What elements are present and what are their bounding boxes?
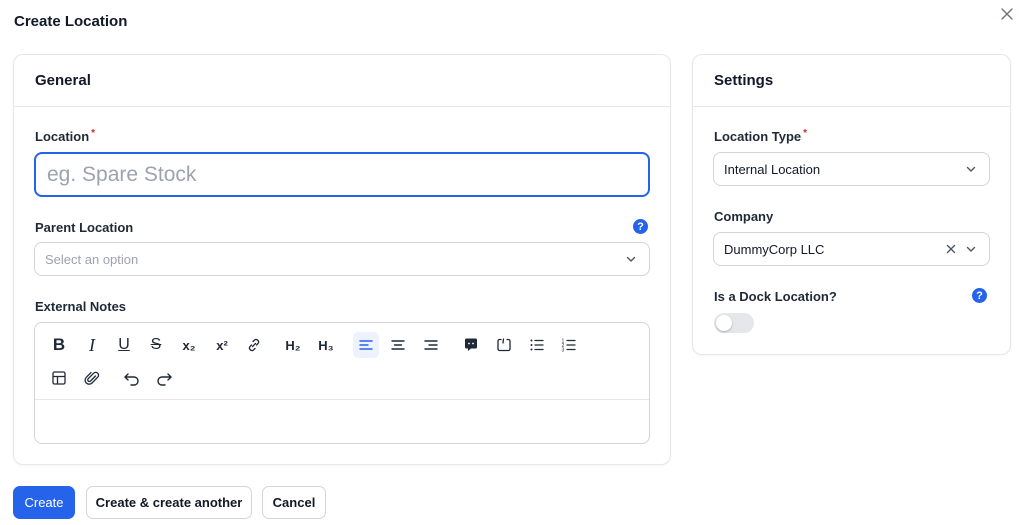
blockquote-button[interactable]	[458, 332, 484, 358]
align-center-button[interactable]	[385, 332, 411, 358]
parent-location-placeholder: Select an option	[45, 251, 139, 267]
location-type-select[interactable]: Internal Location	[713, 152, 990, 186]
bold-button[interactable]: B	[46, 332, 72, 358]
ordered-list-button[interactable]: 123	[556, 332, 582, 358]
company-label: Company	[714, 209, 774, 224]
redo-icon	[155, 370, 173, 386]
link-icon	[246, 337, 262, 353]
location-type-label: Location Type *	[714, 128, 808, 145]
external-notes-label: External Notes	[35, 299, 127, 314]
location-type-value: Internal Location	[724, 161, 821, 177]
subscript-button[interactable]: x₂	[176, 332, 202, 358]
chevron-down-icon	[623, 251, 639, 267]
table-icon	[51, 370, 67, 386]
align-right-icon	[424, 338, 438, 352]
chevron-down-icon	[963, 161, 979, 177]
create-button[interactable]: Create	[13, 486, 75, 519]
align-left-icon	[359, 338, 373, 352]
dock-location-toggle[interactable]	[714, 313, 754, 333]
cancel-button[interactable]: Cancel	[262, 486, 326, 519]
clear-icon[interactable]	[943, 241, 959, 257]
attach-button[interactable]	[79, 365, 105, 391]
table-button[interactable]	[46, 365, 72, 391]
align-left-button[interactable]	[353, 332, 379, 358]
superscript-button[interactable]: x²	[209, 332, 235, 358]
parent-location-label: Parent Location	[35, 220, 134, 235]
code-block-button[interactable]	[491, 332, 517, 358]
ordered-list-icon: 123	[561, 337, 577, 353]
create-another-button[interactable]: Create & create another	[86, 486, 252, 519]
bullet-list-button[interactable]	[524, 332, 550, 358]
svg-text:3: 3	[562, 348, 565, 354]
location-input[interactable]	[34, 152, 650, 197]
location-type-label-text: Location Type	[714, 129, 802, 144]
required-marker: *	[91, 128, 96, 139]
required-marker: *	[803, 128, 808, 139]
close-icon	[1000, 7, 1014, 26]
location-label-text: Location	[35, 129, 90, 144]
underline-button[interactable]: U	[111, 332, 137, 358]
link-button[interactable]	[241, 332, 267, 358]
undo-button[interactable]	[119, 365, 145, 391]
settings-section: Settings	[692, 54, 1011, 355]
settings-header: Settings	[693, 55, 1010, 107]
location-label: Location *	[35, 128, 96, 145]
heading2-button[interactable]: H₂	[280, 332, 306, 358]
paperclip-icon	[84, 370, 100, 386]
modal-title: Create Location	[14, 13, 128, 30]
dock-location-label: Is a Dock Location?	[714, 289, 837, 304]
italic-button[interactable]: I	[79, 332, 105, 358]
redo-button[interactable]	[151, 365, 177, 391]
bullet-list-icon	[529, 337, 545, 353]
comment-icon	[463, 337, 479, 353]
chevron-down-icon	[963, 241, 979, 257]
parent-location-select[interactable]: Select an option	[34, 242, 650, 276]
editor-content[interactable]	[35, 401, 649, 444]
align-center-icon	[391, 338, 405, 352]
close-button[interactable]	[997, 6, 1017, 26]
help-icon[interactable]: ?	[972, 288, 987, 303]
help-icon[interactable]: ?	[633, 219, 648, 234]
undo-icon	[123, 370, 141, 386]
editor-toolbar: B I U S x₂ x² H₂ H₃ 1 2 3	[35, 323, 649, 400]
general-header: General	[14, 55, 670, 107]
heading3-button[interactable]: H₃	[313, 332, 339, 358]
company-value: DummyCorp LLC	[724, 241, 825, 257]
align-right-button[interactable]	[418, 332, 444, 358]
strikethrough-button[interactable]: S	[143, 332, 169, 358]
toggle-knob	[716, 315, 732, 331]
code-block-icon	[496, 337, 512, 353]
company-select[interactable]: DummyCorp LLC	[713, 232, 990, 266]
external-notes-editor: B I U S x₂ x² H₂ H₃ 1 2 3	[34, 322, 650, 444]
